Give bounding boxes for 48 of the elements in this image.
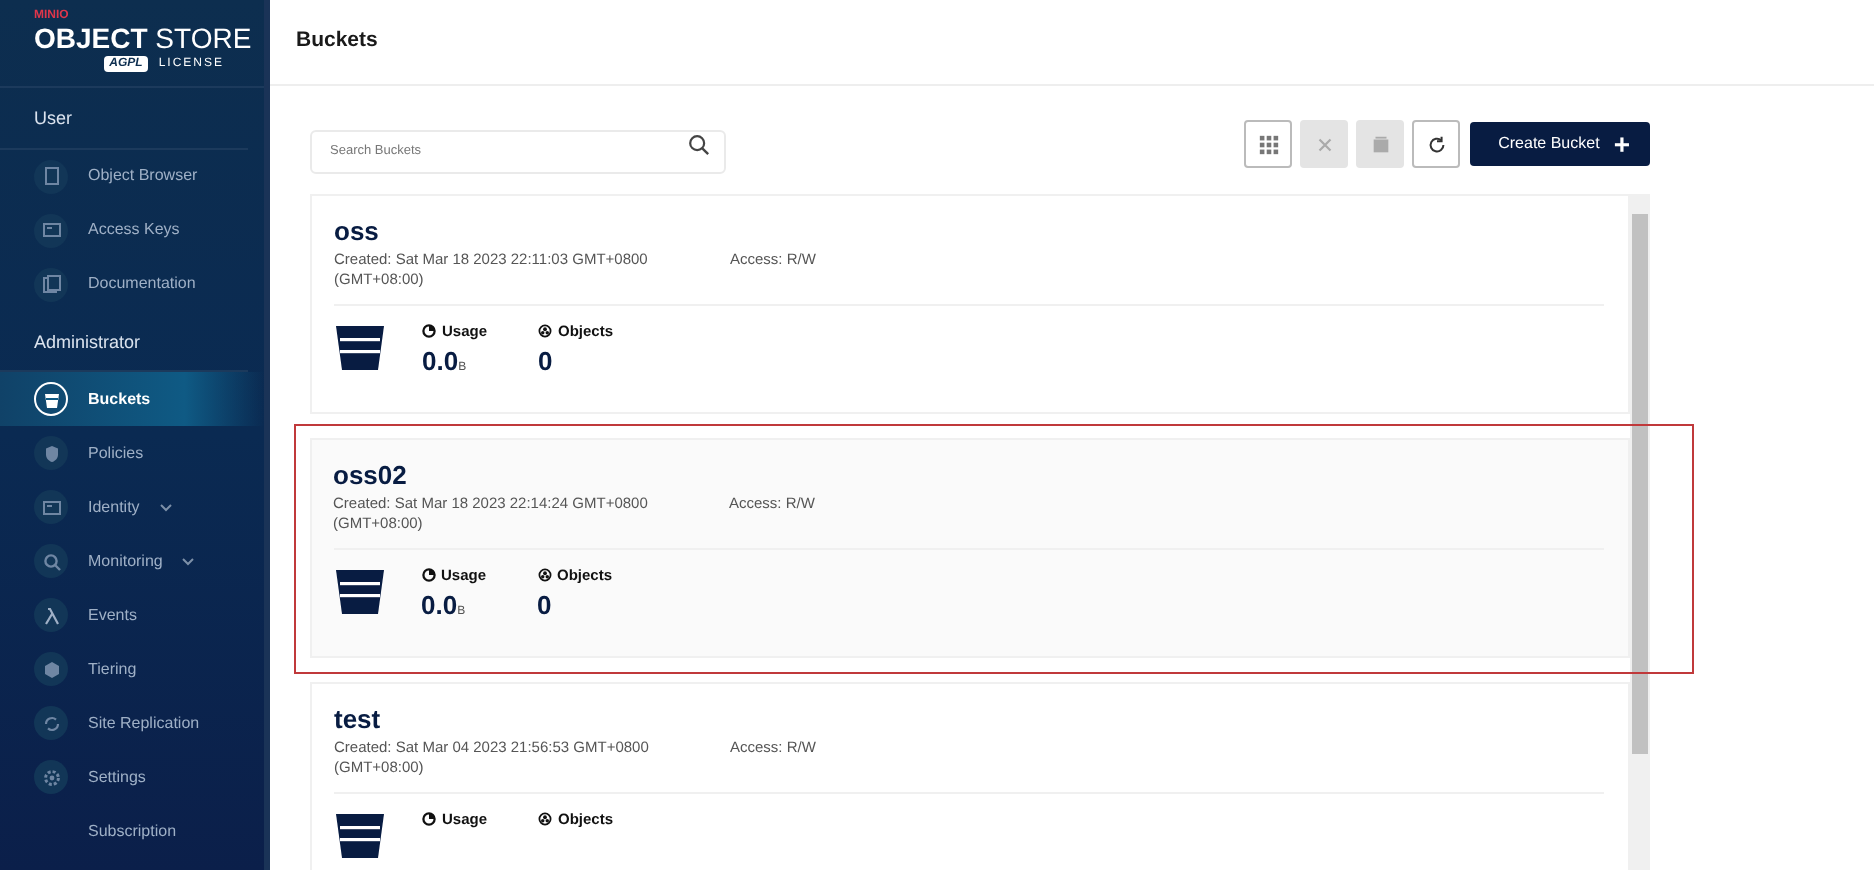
search-icon [688,134,710,156]
toolbar-button[interactable] [1412,120,1461,168]
pie-icon [421,568,435,583]
bucket-name: oss02 [333,460,409,490]
cube-icon [34,652,68,686]
file-icon [34,159,68,193]
grid-icon [1257,133,1280,155]
search-icon [34,544,68,578]
bucket-name: oss [334,216,381,246]
sidebar-item[interactable]: Identity [0,480,264,534]
refresh-icon [1425,133,1448,155]
sidebar-item[interactable]: Policies [0,426,264,480]
toolbar-button[interactable] [1244,120,1293,168]
objects-icon [537,568,551,583]
product-title: OBJECT STORE [34,24,252,54]
section-title: Administrator [0,311,248,372]
sidebar-item[interactable]: Events [0,588,264,642]
card-icon [34,213,68,247]
objects-value: 0 [537,590,554,623]
bucket-icon [34,382,68,416]
objects-value: 0 [538,346,555,379]
sidebar-item[interactable]: Settings [0,750,264,804]
sidebar-item[interactable]: Documentation [0,257,264,311]
scrollbar[interactable] [1630,194,1650,870]
sync-icon [34,706,68,740]
shield-icon [34,436,68,470]
stack-icon [1369,133,1392,155]
sidebar-item[interactable]: Site Replication [0,696,264,750]
bucket-icon [333,564,385,616]
pie-icon [422,324,436,339]
documents-icon [34,267,68,301]
pie-icon [422,811,436,826]
lambda-icon [34,598,68,632]
sidebar-item[interactable]: Object Browser [0,149,264,203]
card-icon [34,490,68,524]
bucket-icon [334,320,386,372]
create-bucket-button[interactable]: Create Bucket + [1470,122,1650,166]
bucket-name: test [334,703,383,733]
sidebar-item[interactable]: Buckets [0,372,264,426]
section-title: User [0,88,248,149]
sidebar-item[interactable]: Subscription [0,804,264,858]
sidebar-item[interactable]: Monitoring [0,534,264,588]
settings-icon [34,760,68,794]
sidebar-item[interactable]: Access Keys [0,203,264,257]
page-title: Buckets [270,0,1874,86]
objects-icon [538,811,552,826]
sidebar-item[interactable]: Tiering [0,642,264,696]
objects-icon [538,324,552,339]
